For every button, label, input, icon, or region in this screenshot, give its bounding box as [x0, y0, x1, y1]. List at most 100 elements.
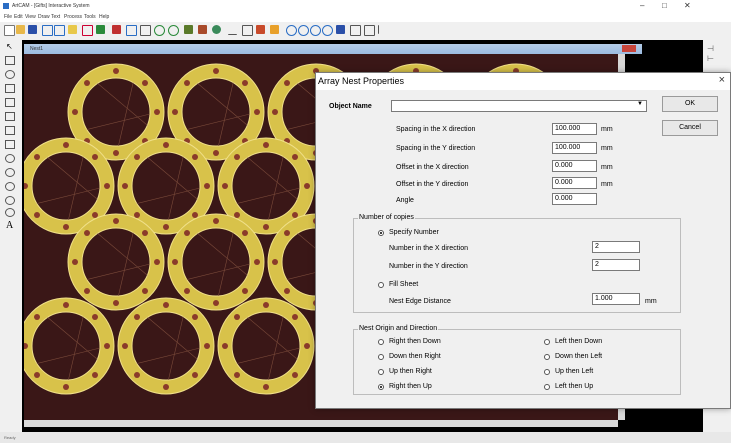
- left-then-down-radio[interactable]: [544, 339, 550, 345]
- square-icon[interactable]: [5, 112, 15, 121]
- menu-edit[interactable]: Edit: [14, 14, 23, 20]
- grid-snap-icon[interactable]: [350, 25, 361, 36]
- layers-icon[interactable]: [336, 25, 345, 34]
- ruler-icon[interactable]: ⊣: [707, 44, 714, 53]
- number-x-input[interactable]: 2: [592, 241, 640, 253]
- object-name-combobox[interactable]: ▼: [391, 100, 647, 112]
- undo-icon[interactable]: [42, 25, 53, 36]
- offset-x-unit: mm: [601, 164, 613, 171]
- offset-y-input[interactable]: 0.000: [552, 177, 597, 189]
- ellipse-icon[interactable]: [5, 168, 15, 177]
- rotate-icon[interactable]: [212, 25, 221, 34]
- zoom-in-icon[interactable]: [286, 25, 297, 36]
- specify-number-radio[interactable]: [378, 230, 384, 236]
- zoom-all-icon[interactable]: [322, 25, 333, 36]
- spacing-x-input[interactable]: 100.000: [552, 123, 597, 135]
- redo-icon[interactable]: [54, 25, 65, 36]
- up-then-right-radio[interactable]: [378, 369, 384, 375]
- dialog-title: Array Nest Properties: [318, 76, 405, 86]
- line-icon[interactable]: [5, 56, 15, 65]
- close-icon[interactable]: ✕: [684, 1, 691, 10]
- chevron-down-icon[interactable]: ▼: [637, 101, 643, 107]
- settings-icon[interactable]: [378, 25, 388, 34]
- spacing-y-label: Spacing in the Y direction: [396, 145, 476, 152]
- text-tool-icon[interactable]: A: [6, 220, 13, 231]
- polygon-icon[interactable]: [5, 140, 15, 149]
- spacing-y-input[interactable]: 100.000: [552, 142, 597, 154]
- object-name-label: Object Name: [329, 103, 372, 110]
- node-edit-icon[interactable]: [82, 25, 93, 36]
- line-tool-icon[interactable]: [112, 25, 121, 34]
- flange-ring[interactable]: [24, 297, 115, 395]
- number-y-input[interactable]: 2: [592, 259, 640, 271]
- dialog-close-icon[interactable]: ×: [719, 74, 725, 86]
- spacing-x-unit: mm: [601, 126, 613, 133]
- down-then-right-radio[interactable]: [378, 354, 384, 360]
- ring-icon[interactable]: [5, 182, 15, 191]
- distribute-icon[interactable]: [140, 25, 151, 36]
- nest-edge-input[interactable]: 1.000: [592, 293, 640, 305]
- angle-input[interactable]: 0.000: [552, 193, 597, 205]
- menu-view[interactable]: View: [25, 14, 36, 20]
- offset-y-label: Offset in the Y direction: [396, 181, 469, 188]
- rounded-rect-icon[interactable]: [5, 126, 15, 135]
- horizontal-scrollbar[interactable]: [24, 420, 618, 427]
- down-then-left-radio[interactable]: [544, 354, 550, 360]
- circle-tool-icon[interactable]: [154, 25, 165, 36]
- new-file-icon[interactable]: [4, 25, 15, 36]
- fill-sheet-radio[interactable]: [378, 282, 384, 288]
- right-then-up-radio[interactable]: [378, 384, 384, 390]
- offset-icon[interactable]: [168, 25, 179, 36]
- flange-ring[interactable]: [117, 297, 215, 395]
- guide-icon[interactable]: ⊢: [707, 54, 714, 63]
- ok-button[interactable]: OK: [662, 96, 718, 112]
- down-then-left-label: Down then Left: [555, 353, 603, 360]
- menu-help[interactable]: Help: [99, 14, 109, 20]
- cancel-button[interactable]: Cancel: [662, 120, 718, 136]
- spiral-icon[interactable]: [5, 208, 15, 217]
- flange-ring[interactable]: [167, 213, 265, 311]
- grid-icon[interactable]: [364, 25, 375, 36]
- circle-icon[interactable]: [5, 154, 15, 163]
- open-folder-icon[interactable]: [16, 25, 25, 34]
- maximize-icon[interactable]: □: [662, 1, 667, 10]
- left-then-up-radio[interactable]: [544, 384, 550, 390]
- menu-file[interactable]: File: [4, 14, 12, 20]
- align-icon[interactable]: [126, 25, 137, 36]
- nest-edge-unit: mm: [645, 298, 657, 305]
- document-close-button[interactable]: [622, 45, 636, 52]
- right-then-down-label: Right then Down: [389, 338, 441, 345]
- array-icon[interactable]: [198, 25, 207, 34]
- flange-ring[interactable]: [217, 297, 315, 395]
- offset-x-input[interactable]: 0.000: [552, 160, 597, 172]
- dimension-icon[interactable]: [228, 25, 237, 35]
- star-icon[interactable]: [5, 196, 15, 205]
- nest-icon[interactable]: [184, 25, 193, 34]
- up-then-left-label: Up then Left: [555, 368, 594, 375]
- save-icon[interactable]: [28, 25, 37, 34]
- up-then-left-radio[interactable]: [544, 369, 550, 375]
- zoom-box-icon[interactable]: [310, 25, 321, 36]
- group-icon[interactable]: [270, 25, 279, 34]
- document-title: Nest1: [30, 46, 44, 52]
- pen-tool-icon[interactable]: [96, 25, 105, 34]
- flange-ring[interactable]: [67, 213, 165, 311]
- menu-draw[interactable]: Draw: [38, 14, 50, 20]
- menu-bar: File Edit View Draw Text Process Tools H…: [0, 12, 731, 22]
- menu-text[interactable]: Text: [51, 14, 60, 20]
- app-title-bar: ArtCAM - [Gifts] Interactive System – □ …: [0, 0, 731, 12]
- mirror-icon[interactable]: [256, 25, 265, 34]
- rectangle-icon[interactable]: [5, 98, 15, 107]
- pointer-icon[interactable]: ↖: [6, 42, 13, 51]
- zoom-out-icon[interactable]: [298, 25, 309, 36]
- measure-icon[interactable]: [242, 25, 253, 36]
- nest-edge-label: Nest Edge Distance: [389, 298, 451, 305]
- app-title: ArtCAM - [Gifts] Interactive System: [12, 3, 90, 9]
- menu-tools[interactable]: Tools: [84, 14, 96, 20]
- right-then-down-radio[interactable]: [378, 339, 384, 345]
- select-tool-icon[interactable]: [68, 25, 77, 34]
- minimize-icon[interactable]: –: [640, 1, 644, 10]
- menu-process[interactable]: Process: [64, 14, 82, 20]
- arc-icon[interactable]: [5, 70, 15, 79]
- bezier-icon[interactable]: [5, 84, 15, 93]
